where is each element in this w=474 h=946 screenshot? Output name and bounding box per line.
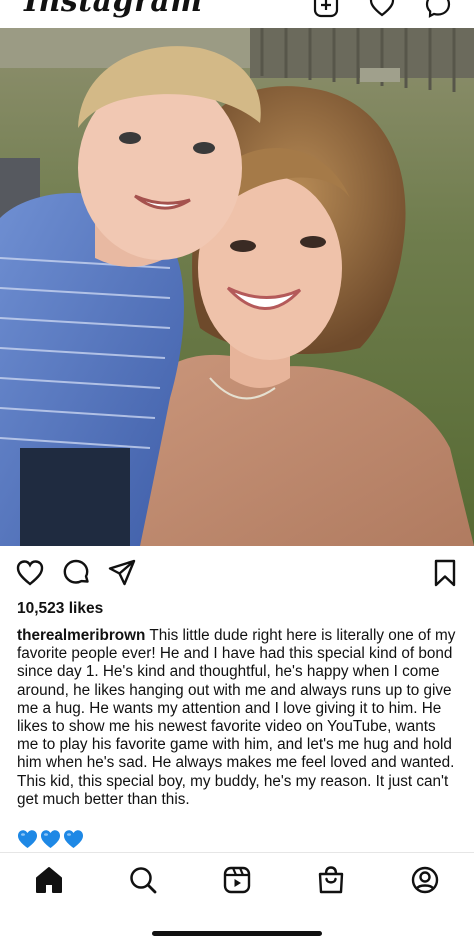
blue-heart-icon <box>63 829 84 849</box>
profile-icon[interactable] <box>410 865 440 895</box>
bottom-tab-bar <box>0 852 474 908</box>
post-actions <box>0 556 474 590</box>
top-bar: Instagram <box>0 0 474 28</box>
home-indicator[interactable] <box>152 931 322 936</box>
like-heart-icon[interactable] <box>15 558 45 588</box>
likes-count[interactable]: 10,523 likes <box>17 600 103 618</box>
blue-heart-icon <box>17 829 38 849</box>
blue-heart-icon <box>40 829 61 849</box>
reels-icon[interactable] <box>222 865 252 895</box>
bookmark-icon[interactable] <box>430 558 460 588</box>
new-post-icon[interactable] <box>313 0 339 18</box>
heart-icon[interactable] <box>369 0 395 18</box>
messenger-icon[interactable] <box>425 0 451 18</box>
instagram-logo[interactable]: Instagram <box>24 0 203 19</box>
post-caption: therealmeribrown This little dude right … <box>17 627 461 809</box>
home-icon[interactable] <box>34 865 64 895</box>
caption-text: This little dude right here is literally… <box>17 627 456 808</box>
search-icon[interactable] <box>128 865 158 895</box>
share-icon[interactable] <box>107 558 137 588</box>
emoji-hearts <box>17 829 84 851</box>
post-photo[interactable] <box>0 28 474 546</box>
caption-username[interactable]: therealmeribrown <box>17 627 145 644</box>
shop-icon[interactable] <box>316 865 346 895</box>
comment-icon[interactable] <box>61 558 91 588</box>
